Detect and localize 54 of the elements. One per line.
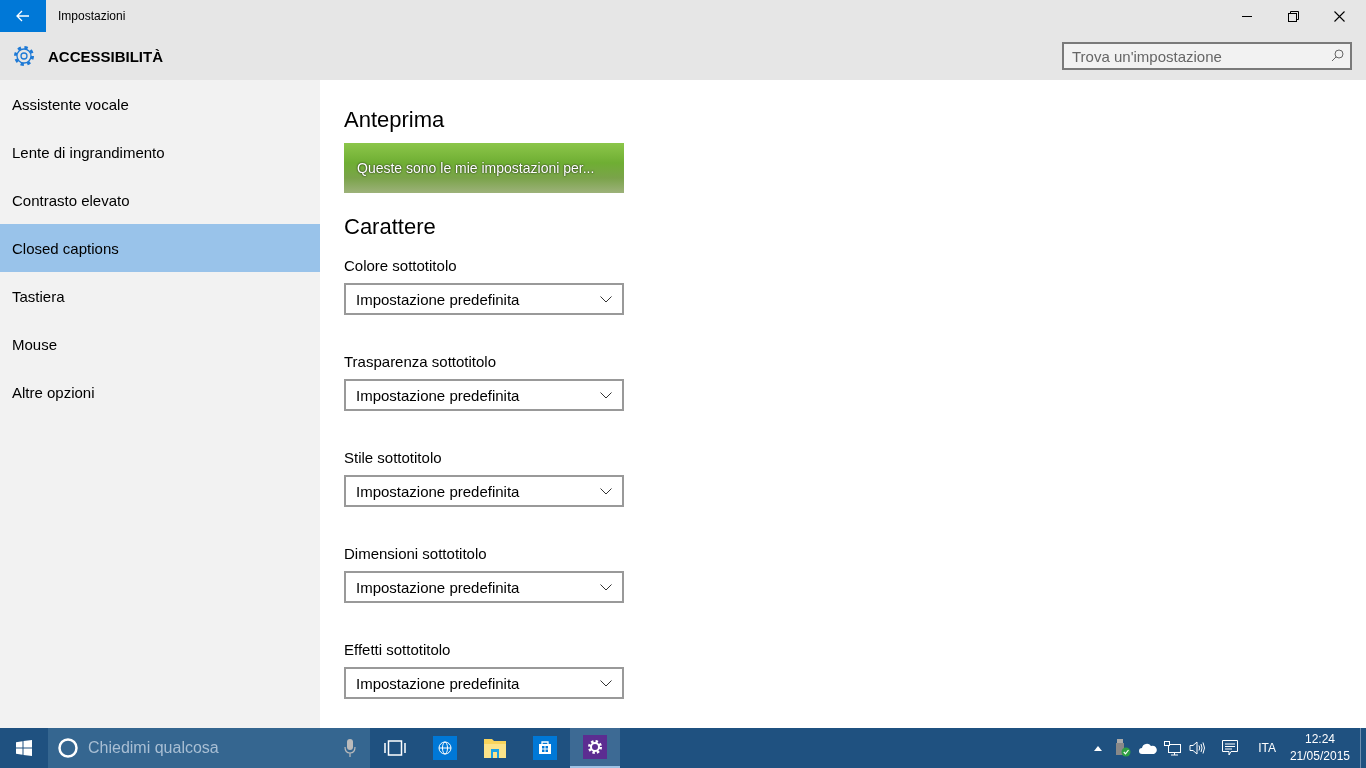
caption-preview-text: Queste sono le mie impostazioni per... xyxy=(357,160,595,176)
speaker-icon xyxy=(1189,741,1207,755)
monitor-network-icon xyxy=(1164,740,1182,756)
language-indicator[interactable]: ITA xyxy=(1258,741,1276,755)
caret-up-icon xyxy=(1093,745,1102,751)
clock-date[interactable]: 21/05/2015 xyxy=(1289,748,1350,765)
sidebar-item[interactable]: Tastiera xyxy=(0,272,320,320)
store-bag-icon xyxy=(533,736,557,760)
section-heading: Anteprima xyxy=(344,106,446,134)
sidebar-item[interactable]: Contrasto elevato xyxy=(0,176,320,224)
sidebar-item[interactable]: Lente di ingrandimento xyxy=(0,128,320,176)
chevron-down-icon xyxy=(600,487,612,495)
chevron-down-icon xyxy=(600,391,612,399)
setting-label: Dimensioni sottotitolo xyxy=(344,545,488,562)
dropdown[interactable]: Impostazione predefinita xyxy=(344,667,624,699)
taskbar-app-button[interactable] xyxy=(570,728,620,768)
back-arrow-icon xyxy=(16,10,30,22)
microphone-icon xyxy=(344,738,356,758)
search-field[interactable]: Trova un'impostazione xyxy=(1062,42,1352,70)
chevron-down-icon xyxy=(600,295,612,303)
dropdown[interactable]: Impostazione predefinita xyxy=(344,571,624,603)
folder-icon xyxy=(483,737,507,759)
restore-icon xyxy=(1287,10,1299,22)
minimize-icon xyxy=(1242,15,1252,17)
section-heading: Carattere xyxy=(344,213,437,241)
task-view-icon xyxy=(384,740,406,756)
windows-logo-icon xyxy=(16,740,32,756)
sidebar-item[interactable]: Closed captions xyxy=(0,224,320,272)
sidebar-item[interactable]: Altre opzioni xyxy=(0,368,320,416)
close-icon xyxy=(1333,10,1345,22)
setting-label: Stile sottotitolo xyxy=(344,449,443,466)
setting-label: Trasparenza sottotitolo xyxy=(344,353,498,370)
cortana-circle-icon xyxy=(58,738,78,758)
page-title: ACCESSIBILITÀ xyxy=(48,47,164,65)
chevron-down-icon xyxy=(600,679,612,687)
chevron-down-icon xyxy=(600,583,612,591)
setting-label: Effetti sottotitolo xyxy=(344,641,452,658)
search-icon xyxy=(1331,49,1344,62)
dropdown[interactable]: Impostazione predefinita xyxy=(344,475,624,507)
usb-drive-check-icon xyxy=(1114,739,1131,757)
sidebar-item[interactable]: Mouse xyxy=(0,320,320,368)
dropdown[interactable]: Impostazione predefinita xyxy=(344,283,624,315)
setting-label: Colore sottotitolo xyxy=(344,257,458,274)
sidebar-item[interactable]: Assistente vocale xyxy=(0,80,320,128)
search-field[interactable]: Chiedimi qualcosa xyxy=(48,728,370,768)
window-title: Impostazioni xyxy=(58,9,127,23)
cloud-icon xyxy=(1138,742,1157,754)
globe-icon xyxy=(433,736,457,760)
gear-icon xyxy=(583,735,607,759)
clock-time[interactable]: 12:24 xyxy=(1304,731,1335,748)
back-button[interactable] xyxy=(0,0,46,32)
dropdown[interactable]: Impostazione predefinita xyxy=(344,379,624,411)
gear-icon xyxy=(12,44,36,68)
notification-icon xyxy=(1222,740,1239,756)
